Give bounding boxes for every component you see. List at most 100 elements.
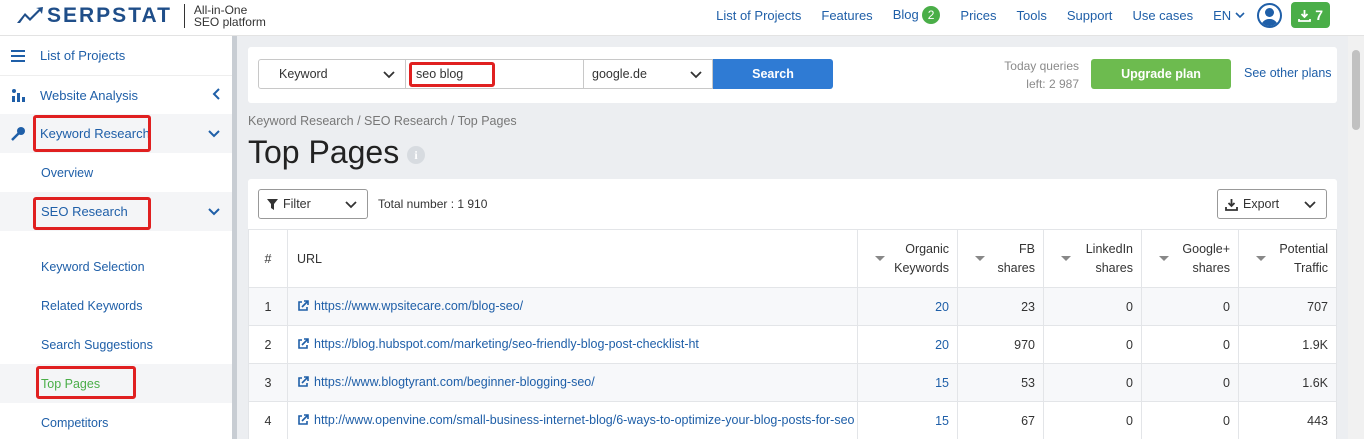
serpstat-logo[interactable]: SERPSTAT All-in-One SEO platform [17, 4, 266, 28]
row-number: 3 [248, 363, 288, 402]
total-count: Total number : 1 910 [378, 197, 488, 211]
fb-shares-cell: 67 [957, 401, 1044, 439]
chevron-down-icon [208, 204, 220, 219]
scrollbar-thumb[interactable] [1352, 50, 1360, 130]
sidebar-label: Website Analysis [40, 87, 139, 103]
menu-icon [10, 48, 26, 64]
potential-traffic-cell: 1.9K [1238, 325, 1337, 364]
top-pages-table: # URL Organic Keywords FB shares LinkedI… [248, 229, 1337, 439]
search-type-select[interactable]: Keyword [258, 59, 406, 89]
url-text: https://www.wpsitecare.com/blog-seo/ [314, 298, 524, 313]
googleplus-shares-cell: 0 [1141, 287, 1239, 326]
header-line: Organic [905, 241, 949, 256]
potential-traffic-cell: 443 [1238, 401, 1337, 439]
sidebar-item-keyword-selection[interactable]: Keyword Selection [0, 247, 232, 286]
sidebar-item-overview[interactable]: Overview [0, 153, 232, 192]
nav-features[interactable]: Features [821, 8, 872, 23]
row-number: 4 [248, 401, 288, 439]
linkedin-shares-cell: 0 [1043, 325, 1142, 364]
downloads-button[interactable]: 7 [1291, 2, 1330, 28]
language-label: EN [1213, 7, 1232, 23]
language-selector[interactable]: EN [1213, 8, 1245, 23]
sidebar-label: Related Keywords [41, 298, 143, 313]
sidebar-label: List of Projects [40, 48, 126, 63]
nav-blog[interactable]: Blog 2 [893, 6, 941, 24]
nav-list-of-projects[interactable]: List of Projects [716, 8, 801, 23]
search-type-value: Keyword [279, 67, 328, 81]
table-row: 1 https://www.wpsitecare.com/blog-seo/ 2… [248, 287, 1337, 326]
sidebar-item-related-keywords[interactable]: Related Keywords [0, 286, 232, 325]
organic-keywords-cell[interactable]: 15 [857, 363, 958, 402]
filter-button[interactable]: Filter [258, 189, 368, 219]
fb-shares-cell: 970 [957, 325, 1044, 364]
row-number: 1 [248, 287, 288, 326]
header-line: shares [997, 260, 1035, 275]
queries-info: Today queries left: 2 987 [1004, 57, 1079, 93]
page-scrollbar[interactable] [1348, 36, 1364, 439]
sidebar-label: Search Suggestions [41, 337, 153, 352]
sort-arrow-icon [1159, 256, 1169, 261]
nav-prices[interactable]: Prices [960, 8, 996, 23]
row-number: 2 [248, 325, 288, 364]
url-cell: http://www.openvine.com/small-business-i… [287, 401, 858, 439]
column-header-linkedin-shares[interactable]: LinkedIn shares [1043, 229, 1142, 288]
info-icon[interactable]: i [407, 146, 425, 164]
chevron-down-icon [208, 126, 220, 141]
database-select[interactable]: google.de [583, 59, 713, 89]
linkedin-shares-cell: 0 [1043, 401, 1142, 439]
table-header-row: # URL Organic Keywords FB shares LinkedI… [248, 229, 1337, 288]
highlight-box [33, 197, 151, 230]
analysis-icon [10, 87, 26, 103]
column-header-googleplus-shares[interactable]: Google+ shares [1141, 229, 1239, 288]
googleplus-shares-cell: 0 [1141, 325, 1239, 364]
highlight-box [33, 115, 151, 152]
header-line: Google+ [1182, 241, 1230, 256]
header-line: Potential [1279, 241, 1328, 256]
nav-support[interactable]: Support [1067, 8, 1113, 23]
chevron-left-icon [212, 87, 220, 103]
sidebar-label: Keyword Selection [41, 259, 145, 274]
potential-traffic-cell: 1.6K [1238, 363, 1337, 402]
sidebar-item-search-suggestions[interactable]: Search Suggestions [0, 325, 232, 364]
sidebar-item-list-of-projects[interactable]: List of Projects [0, 36, 232, 75]
chevron-down-icon [345, 198, 357, 212]
user-avatar-icon[interactable] [1257, 2, 1283, 28]
column-header-organic-keywords[interactable]: Organic Keywords [857, 229, 958, 288]
sidebar-label: Overview [41, 165, 94, 180]
external-link-icon [298, 337, 309, 349]
url-link[interactable]: https://blog.hubspot.com/marketing/seo-f… [297, 337, 699, 351]
blog-count-badge: 2 [921, 6, 941, 24]
header-line: Keywords [894, 260, 949, 275]
column-header-potential-traffic[interactable]: Potential Traffic [1238, 229, 1337, 288]
sort-arrow-icon [1061, 256, 1071, 261]
see-other-plans-link[interactable]: See other plans [1244, 66, 1332, 80]
organic-keywords-cell[interactable]: 15 [857, 401, 958, 439]
search-button[interactable]: Search [713, 59, 833, 89]
nav-use-cases[interactable]: Use cases [1132, 8, 1193, 23]
sidebar-item-website-analysis[interactable]: Website Analysis [0, 75, 232, 114]
url-link[interactable]: https://www.blogtyrant.com/beginner-blog… [297, 375, 595, 389]
url-link[interactable]: http://www.openvine.com/small-business-i… [297, 413, 855, 427]
organic-keywords-cell[interactable]: 20 [857, 325, 958, 364]
column-header-fb-shares[interactable]: FB shares [957, 229, 1044, 288]
filter-icon [267, 198, 278, 210]
url-link[interactable]: https://www.wpsitecare.com/blog-seo/ [297, 299, 523, 313]
nav-tools[interactable]: Tools [1017, 8, 1047, 23]
export-button[interactable]: Export [1217, 189, 1327, 219]
linkedin-shares-cell: 0 [1043, 287, 1142, 326]
chevron-down-icon [1304, 198, 1316, 212]
sidebar-scrollbar[interactable] [232, 36, 237, 439]
sidebar-item-competitors[interactable]: Competitors [0, 403, 232, 439]
organic-keywords-cell[interactable]: 20 [857, 287, 958, 326]
chevron-down-icon [690, 68, 702, 82]
queries-left: left: 2 987 [1026, 77, 1079, 91]
header-line: shares [1192, 260, 1230, 275]
url-text: https://blog.hubspot.com/marketing/seo-f… [314, 336, 699, 351]
downloads-count: 7 [1315, 7, 1323, 23]
sidebar-label: Competitors [41, 415, 109, 430]
upgrade-plan-button[interactable]: Upgrade plan [1091, 59, 1231, 89]
header-line: shares [1095, 260, 1133, 275]
external-link-icon [298, 375, 309, 387]
column-header-num: # [248, 229, 288, 288]
table-row: 2 https://blog.hubspot.com/marketing/seo… [248, 325, 1337, 364]
